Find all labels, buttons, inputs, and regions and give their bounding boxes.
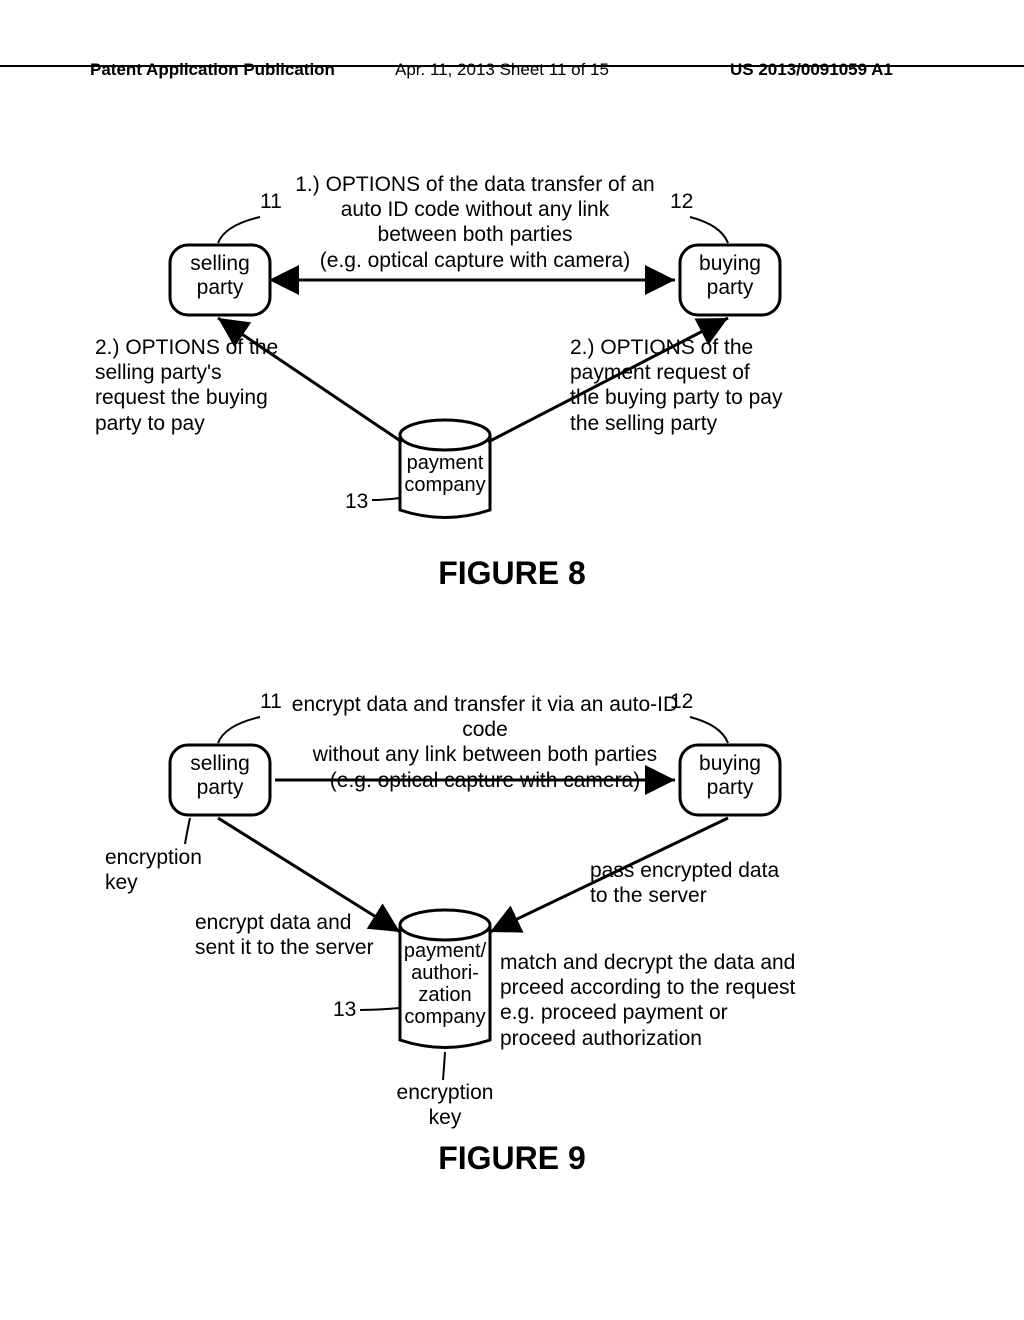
fig9-title: FIGURE 9 xyxy=(0,1140,1024,1177)
fig8-left-text: 2.) OPTIONS of the selling party's reque… xyxy=(95,335,315,436)
fig8-right-text: 2.) OPTIONS of the payment request of th… xyxy=(570,335,830,436)
fig8-top-text: 1.) OPTIONS of the data transfer of an a… xyxy=(285,172,665,273)
fig8-cylinder-top xyxy=(400,420,490,450)
fig8-ref13-line xyxy=(372,498,400,500)
fig9-ref13-line xyxy=(360,1008,400,1010)
fig8-ref12-line xyxy=(690,217,728,243)
fig9-ref12-line xyxy=(690,717,728,743)
fig8-seller-text: selling party xyxy=(170,252,270,300)
fig8-ref12: 12 xyxy=(670,190,693,214)
fig8-ref11-line xyxy=(218,217,260,243)
diagram-container: 11 12 13 selling party buying party paym… xyxy=(0,140,1024,1320)
fig8-cyl-text: payment company xyxy=(398,452,492,496)
fig9-right-top: pass encrypted data to the server xyxy=(590,858,820,908)
page-header: Patent Application Publication Apr. 11, … xyxy=(0,60,1024,67)
fig9-ref13: 13 xyxy=(333,998,356,1022)
fig8-buyer-text: buying party xyxy=(680,252,780,300)
fig9-cylinder-top xyxy=(400,910,490,940)
fig9-enckey-left: encryption key xyxy=(105,845,235,895)
fig9-enckey-bottom-line xyxy=(443,1052,445,1080)
header-publication: Patent Application Publication xyxy=(90,60,335,80)
fig9-left-text: encrypt data and sent it to the server xyxy=(195,910,405,960)
fig8-ref13: 13 xyxy=(345,490,368,514)
fig9-ref11-line xyxy=(218,717,260,743)
fig8-ref11: 11 xyxy=(260,190,282,214)
fig9-enckey-bottom: encryption key xyxy=(380,1080,510,1130)
fig9-ref11: 11 xyxy=(260,690,282,714)
header-pub-number: US 2013/0091059 A1 xyxy=(730,60,893,80)
fig9-enckey-left-line xyxy=(185,818,190,844)
fig9-top-text: encrypt data and transfer it via an auto… xyxy=(285,692,685,793)
fig9-cyl-text: payment/ authori- zation company xyxy=(398,940,492,1028)
fig8-title: FIGURE 8 xyxy=(0,555,1024,592)
fig9-seller-text: selling party xyxy=(170,752,270,800)
fig9-buyer-text: buying party xyxy=(680,752,780,800)
header-date-sheet: Apr. 11, 2013 Sheet 11 of 15 xyxy=(395,60,609,80)
fig9-right-bottom: match and decrypt the data and prceed ac… xyxy=(500,950,820,1051)
